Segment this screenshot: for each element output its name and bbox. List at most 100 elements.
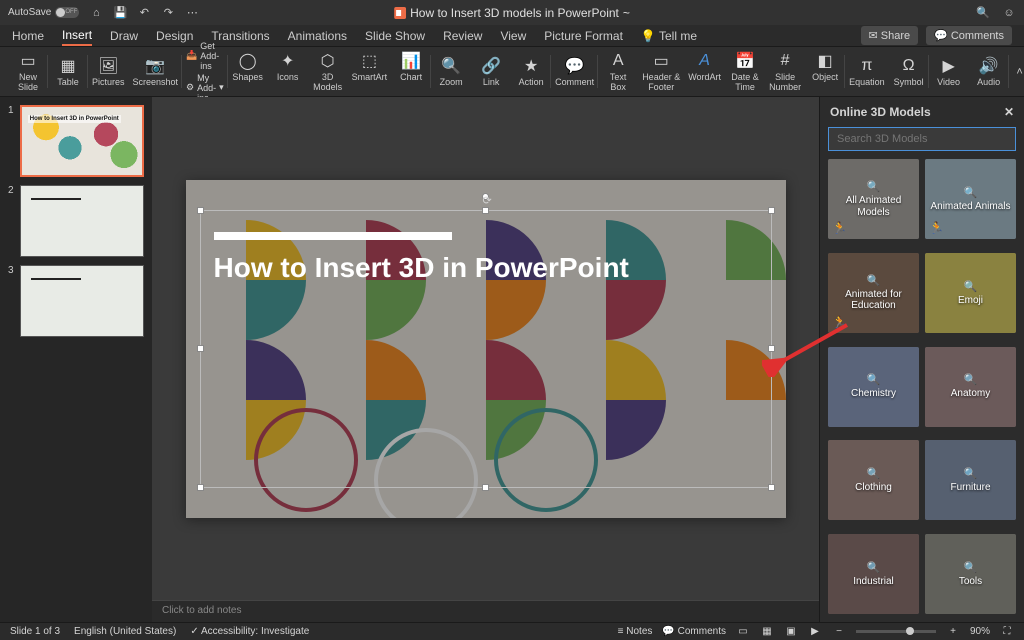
autosave-toggle[interactable]: AutoSave OFF [8,7,79,18]
resize-handle[interactable] [482,207,489,214]
audio-button[interactable]: 🔊Audio [973,56,1005,88]
reading-view-icon[interactable]: ▣ [784,625,798,639]
date-time-button[interactable]: 📅Date & Time [729,51,761,93]
tab-insert[interactable]: Insert [62,26,92,46]
comment-button[interactable]: 💬Comment [555,56,594,88]
category-tile-animated-for-education[interactable]: 🔍Animated for Education🏃 [828,253,919,333]
category-tile-furniture[interactable]: 🔍Furniture [925,440,1016,520]
table-button[interactable]: ▦Table [52,56,84,88]
tab-picture-format[interactable]: Picture Format [544,27,623,45]
tab-slide-show[interactable]: Slide Show [365,27,425,45]
category-tile-anatomy[interactable]: 🔍Anatomy [925,347,1016,427]
new-slide-button[interactable]: ▭New Slide [12,51,44,93]
wordart-button[interactable]: AWordArt [688,51,721,93]
chart-button[interactable]: 📊Chart [395,51,427,93]
resize-handle[interactable] [482,484,489,491]
resize-handle[interactable] [768,207,775,214]
thumb-number: 3 [8,265,16,337]
link-button[interactable]: 🔗Link [475,56,507,88]
header-footer-button[interactable]: ▭Header & Footer [642,51,680,93]
category-tile-tools[interactable]: 🔍Tools [925,534,1016,614]
tab-review[interactable]: Review [443,27,482,45]
screenshot-button[interactable]: 📷Screenshot [133,56,179,88]
more-icon[interactable]: ⋯ [185,6,199,20]
comments-button[interactable]: 💬 Comments [926,26,1012,45]
category-tile-industrial[interactable]: 🔍Industrial [828,534,919,614]
home-icon[interactable]: ⌂ [89,6,103,20]
slideshow-view-icon[interactable]: ▶ [808,625,822,639]
thumb-number: 2 [8,185,16,257]
comments-toggle[interactable]: 💬 Comments [662,626,726,637]
slide-number-button[interactable]: #Slide Number [769,51,801,93]
slide-canvas[interactable]: ⟳ How to Insert 3D in PowerPoint [186,180,786,518]
resize-handle[interactable] [197,207,204,214]
rotate-handle[interactable]: ⟳ [482,193,489,200]
sorter-view-icon[interactable]: ▦ [760,625,774,639]
tab-home[interactable]: Home [12,27,44,45]
accessibility-status[interactable]: ✓ Accessibility: Investigate [190,626,309,637]
zoom-slider[interactable] [856,630,936,633]
symbol-button[interactable]: ΩSymbol [893,56,925,88]
category-tile-clothing[interactable]: 🔍Clothing [828,440,919,520]
resize-handle[interactable] [197,345,204,352]
object-button[interactable]: ◧Object [809,51,841,93]
tab-draw[interactable]: Draw [110,27,138,45]
tile-label: Chemistry [847,388,900,400]
ribbon-collapse-icon[interactable]: ˄ [1013,65,1024,79]
category-tile-emoji[interactable]: 🔍Emoji [925,253,1016,333]
text-box-button[interactable]: AText Box [602,51,634,93]
resize-handle[interactable] [197,484,204,491]
fit-icon[interactable]: ⛶ [1000,625,1014,639]
title-bar: AutoSave OFF ⌂ 💾 ↶ ↷ ⋯ How to Insert 3D … [0,0,1024,25]
search-icon[interactable]: 🔍 [976,6,990,20]
category-tile-animated-animals[interactable]: 🔍Animated Animals🏃 [925,159,1016,239]
notes-pane[interactable]: Click to add notes [152,600,819,622]
tab-view[interactable]: View [500,27,526,45]
online-3d-models-panel: Online 3D Models ✕ 🔍All Animated Models🏃… [819,97,1024,622]
video-button[interactable]: ▶Video [933,56,965,88]
tile-label: Animated Animals [926,201,1014,213]
action-button[interactable]: ★Action [515,56,547,88]
magnify-icon: 🔍 [867,561,881,574]
category-tile-all-animated-models[interactable]: 🔍All Animated Models🏃 [828,159,919,239]
search-input[interactable] [828,127,1016,151]
thumbnail-1[interactable]: How to Insert 3D in PowerPoint [20,105,144,177]
share-button[interactable]: ✉ Share [861,26,919,45]
close-icon[interactable]: ✕ [1004,105,1014,119]
shapes-button[interactable]: ◯Shapes [232,51,264,93]
account-icon[interactable]: ☺ [1002,6,1016,20]
tile-label: Animated for Education [828,289,919,312]
notes-toggle[interactable]: ≡ Notes [618,626,653,637]
save-icon[interactable]: 💾 [113,6,127,20]
icons-button[interactable]: ✦Icons [272,51,304,93]
language-status[interactable]: English (United States) [74,626,176,637]
thumbnail-2[interactable] [20,185,144,257]
slide-thumbnails: 1 How to Insert 3D in PowerPoint 2 3 [0,97,152,622]
smartart-button[interactable]: ⬚SmartArt [352,51,388,93]
tile-label: Clothing [851,482,896,494]
magnify-icon: 🔍 [964,280,978,293]
resize-handle[interactable] [768,484,775,491]
pictures-button[interactable]: 🖼Pictures [92,56,125,88]
resize-handle[interactable] [768,345,775,352]
toggle-switch[interactable]: OFF [55,7,79,18]
redo-icon[interactable]: ↷ [161,6,175,20]
slide-counter: Slide 1 of 3 [10,626,60,637]
zoom-in-icon[interactable]: + [946,625,960,639]
zoom-out-icon[interactable]: − [832,625,846,639]
autosave-label: AutoSave [8,7,51,18]
get-addins-button[interactable]: 📥 Get Add-ins [186,41,224,71]
tell-me[interactable]: 💡 Tell me [641,27,697,45]
normal-view-icon[interactable]: ▭ [736,625,750,639]
3d-models-button[interactable]: ⬡3D Models [312,51,344,93]
equation-button[interactable]: πEquation [849,56,885,88]
magnify-icon: 🔍 [867,274,881,287]
magnify-icon: 🔍 [867,180,881,193]
category-tile-chemistry[interactable]: 🔍Chemistry [828,347,919,427]
zoom-level[interactable]: 90% [970,626,990,637]
undo-icon[interactable]: ↶ [137,6,151,20]
tile-label: Furniture [946,482,994,494]
thumbnail-3[interactable] [20,265,144,337]
zoom-button[interactable]: 🔍Zoom [435,56,467,88]
tab-animations[interactable]: Animations [288,27,347,45]
